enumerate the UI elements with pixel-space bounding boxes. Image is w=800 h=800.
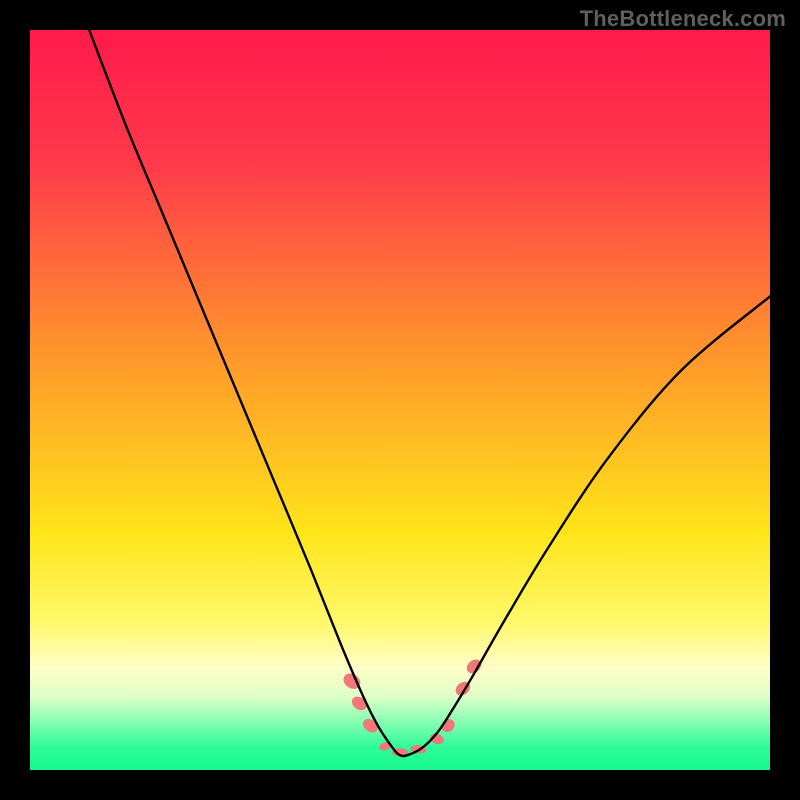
chart-frame: TheBottleneck.com	[0, 0, 800, 800]
bottleneck-chart	[30, 30, 770, 770]
chart-background	[30, 30, 770, 770]
watermark-label: TheBottleneck.com	[580, 6, 786, 32]
